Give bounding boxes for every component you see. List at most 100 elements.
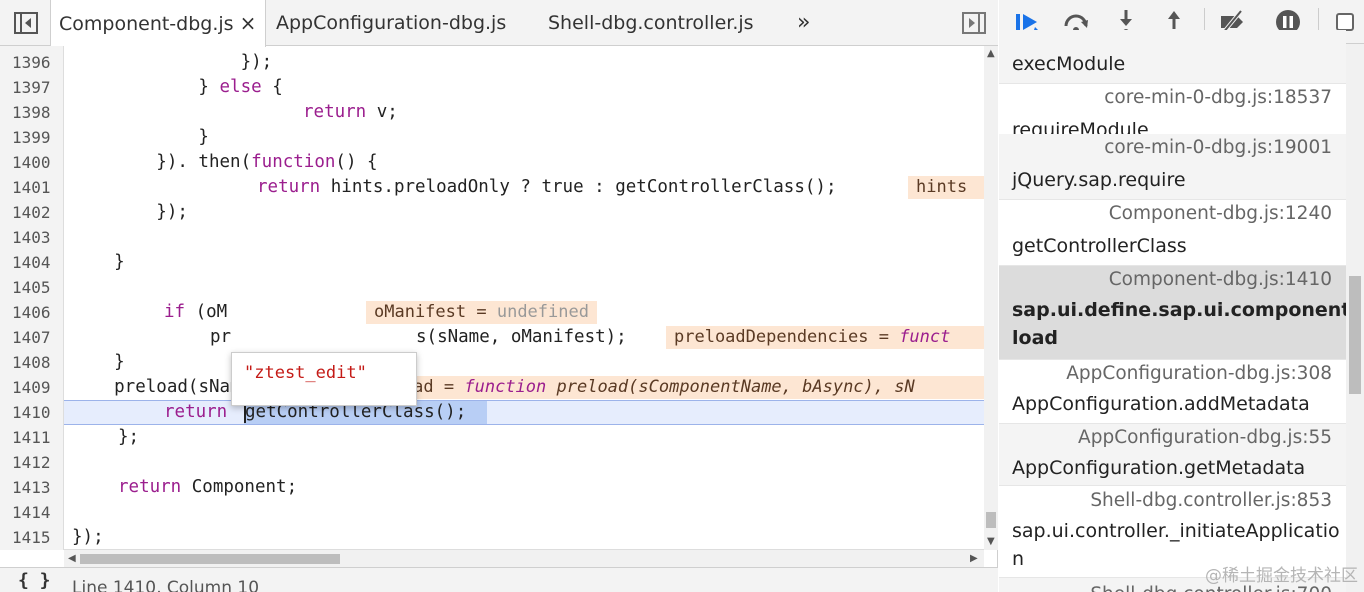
- scroll-down-icon[interactable]: ▼: [987, 536, 995, 547]
- scrollbar-thumb[interactable]: [1349, 276, 1361, 394]
- line-number[interactable]: 1403: [0, 225, 58, 250]
- frame-location: core-min-0-dbg.js:18537: [1104, 87, 1332, 108]
- code-text: (oM: [185, 302, 228, 322]
- code-line-1407: pr: [210, 325, 231, 350]
- line-number[interactable]: 1401: [0, 175, 58, 200]
- code-text: pr: [210, 327, 232, 347]
- keyword: return: [303, 102, 367, 122]
- frame-location: Component-dbg.js:1410: [1108, 269, 1332, 290]
- call-frame[interactable]: AppConfiguration-dbg.js:308 AppConfigura…: [999, 360, 1346, 424]
- frame-function: getControllerClass: [1012, 235, 1187, 257]
- code-line-1411: };: [118, 427, 140, 447]
- debugger-sidebar: execModule core-min-0-dbg.js:18537 requi…: [999, 0, 1364, 592]
- line-number[interactable]: 1400: [0, 150, 58, 175]
- toggle-debugger-icon[interactable]: [960, 9, 988, 37]
- value-eq: =: [868, 327, 900, 347]
- tab-label: Shell-dbg.controller.js: [548, 12, 754, 34]
- code-line-1397: } else {: [72, 75, 283, 100]
- frame-location: Component-dbg.js:1240: [1108, 203, 1332, 224]
- line-number[interactable]: 1410: [0, 400, 58, 425]
- line-number[interactable]: 1411: [0, 425, 58, 450]
- line-number[interactable]: 1402: [0, 200, 58, 225]
- line-number[interactable]: 1408: [0, 350, 58, 375]
- frame-function: AppConfiguration.addMetadata: [1012, 393, 1310, 415]
- value-eq: =: [466, 302, 497, 322]
- editor-horizontal-scrollbar[interactable]: ◀ ▶: [64, 549, 984, 567]
- value-popover[interactable]: "ztest_edit": [231, 352, 417, 406]
- tab-appconfiguration-dbg[interactable]: AppConfiguration-dbg.js: [276, 0, 506, 46]
- call-frame[interactable]: core-min-0-dbg.js:19001 jQuery.sap.requi…: [999, 134, 1346, 200]
- frame-function: sap.ui.controller._initiateApplicatio: [1012, 520, 1340, 542]
- line-number[interactable]: 1396: [0, 50, 58, 75]
- line-number[interactable]: 1412: [0, 450, 58, 475]
- code-text: hints.preloadOnly ? true : getController…: [320, 177, 837, 197]
- code-line-1410: return: [164, 400, 227, 425]
- code-text: preload(: [72, 377, 199, 397]
- frame-function-wrap: n: [1012, 548, 1025, 570]
- line-number[interactable]: 1404: [0, 250, 58, 275]
- line-number[interactable]: 1397: [0, 75, 58, 100]
- editor-vertical-scrollbar[interactable]: ▲ ▼: [984, 46, 998, 550]
- keyword: else: [219, 77, 262, 97]
- close-tab-icon[interactable]: ×: [240, 11, 257, 35]
- code-text: v;: [366, 102, 398, 122]
- code-line-1413: return Component;: [118, 475, 297, 500]
- code-line-1399: }: [72, 127, 209, 147]
- scrollbar-thumb[interactable]: [80, 554, 340, 564]
- code-text: }: [72, 77, 220, 97]
- code-text: }). then(: [72, 152, 252, 172]
- call-frame-selected[interactable]: Component-dbg.js:1410 sap.ui.define.sap.…: [999, 266, 1358, 360]
- scrollbar-thumb[interactable]: [986, 512, 996, 528]
- value: funct: [899, 327, 951, 347]
- line-number[interactable]: 1407: [0, 325, 58, 350]
- call-frame[interactable]: Component-dbg.js:1240 getControllerClass: [999, 200, 1346, 266]
- line-number[interactable]: 1414: [0, 500, 58, 525]
- frame-location: Shell-dbg.controller.js:853: [1090, 490, 1332, 511]
- code-area[interactable]: 1396 1397 1398 1399 1400 1401 1402 1403 …: [0, 46, 998, 550]
- scroll-up-icon[interactable]: ▲: [987, 48, 995, 59]
- line-number[interactable]: 1398: [0, 100, 58, 125]
- keyword: return: [164, 402, 228, 422]
- keyword: if: [164, 302, 186, 322]
- line-number[interactable]: 1409: [0, 375, 58, 400]
- frame-location: AppConfiguration-dbg.js:308: [1066, 363, 1332, 384]
- tab-label: AppConfiguration-dbg.js: [276, 12, 507, 34]
- frame-function: sap.ui.define.sap.ui.component.: [1012, 299, 1358, 321]
- code-text: {: [261, 77, 283, 97]
- code-line-1408: }: [72, 352, 125, 372]
- line-number[interactable]: 1405: [0, 275, 58, 300]
- more-tabs-icon[interactable]: »: [797, 0, 810, 46]
- line-number[interactable]: 1399: [0, 125, 58, 150]
- code-text: () {: [335, 152, 378, 172]
- code-line-1401: return hints.preloadOnly ? true : getCon…: [257, 175, 836, 200]
- panel-vertical-scrollbar[interactable]: [1346, 44, 1364, 592]
- line-number[interactable]: 1413: [0, 475, 58, 500]
- value-eq: =: [433, 377, 465, 397]
- scroll-right-icon[interactable]: ▶: [970, 553, 978, 564]
- pretty-print-icon[interactable]: { }: [18, 570, 51, 591]
- tab-shell-dbg-controller[interactable]: Shell-dbg.controller.js: [548, 0, 754, 46]
- inline-value-omanifest: oManifest = undefined: [366, 301, 597, 324]
- code-text: Component;: [181, 477, 298, 497]
- frame-location: core-min-0-dbg.js:19001: [1104, 137, 1332, 158]
- scroll-left-icon[interactable]: ◀: [68, 553, 76, 564]
- editor-status-bar: { } Line 1410, Column 10: [0, 567, 998, 592]
- code-line-1406: if (oM: [164, 300, 227, 325]
- value: undefined: [496, 302, 589, 322]
- frame-function: jQuery.sap.require: [1012, 169, 1186, 191]
- code-text: s(sName, oManifest);: [416, 327, 627, 347]
- tab-component-dbg[interactable]: Component-dbg.js ×: [50, 0, 266, 47]
- watermark: @稀土掘金技术社区: [1205, 566, 1358, 586]
- inline-value-preload-dependencies: preloadDependencies = funct: [666, 326, 984, 349]
- code-line-1400: }). then(function() {: [72, 150, 378, 175]
- code-line-1396: });: [72, 52, 273, 72]
- call-frame[interactable]: AppConfiguration-dbg.js:55 AppConfigurat…: [999, 424, 1346, 486]
- line-number[interactable]: 1415: [0, 525, 58, 550]
- tab-label: Component-dbg.js: [59, 13, 234, 35]
- toggle-navigator-icon[interactable]: [12, 9, 40, 37]
- line-number[interactable]: 1406: [0, 300, 58, 325]
- keyword: return: [257, 177, 321, 197]
- keyword: return: [118, 477, 182, 497]
- call-frame[interactable]: execModule: [999, 30, 1346, 84]
- code-line-1404: }: [72, 252, 125, 272]
